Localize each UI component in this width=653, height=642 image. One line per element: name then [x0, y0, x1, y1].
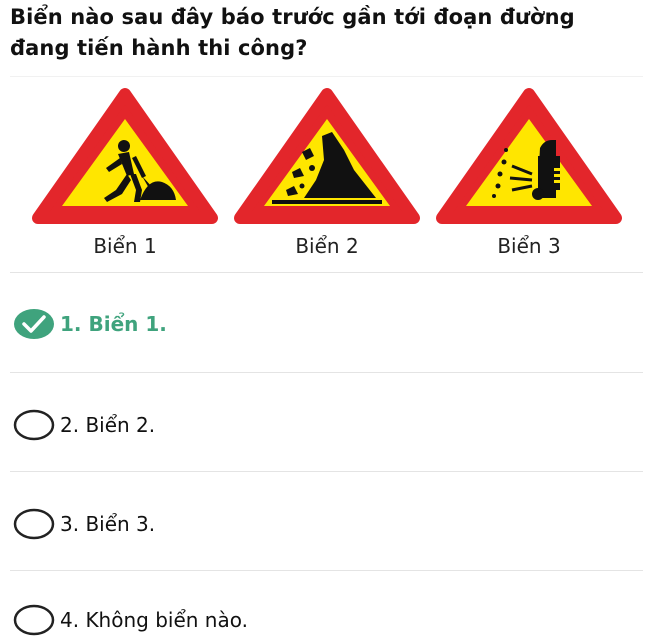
option-divider-1 [10, 372, 643, 373]
falling-rocks-sign-icon [234, 88, 420, 224]
sign-1 [30, 86, 220, 226]
sign-3-caption: Biển 3 [497, 234, 561, 258]
radio-circle-icon[interactable] [12, 507, 56, 541]
answer-option-1-label: 1. Biển 1. [60, 312, 167, 336]
road-works-sign-icon [32, 88, 218, 224]
check-circle-icon[interactable] [12, 307, 56, 341]
sign-2-caption: Biển 2 [295, 234, 359, 258]
loose-gravel-sign-icon [436, 88, 622, 224]
answer-option-2[interactable]: 2. Biển 2. [12, 403, 632, 447]
question-divider [10, 76, 643, 77]
option-divider-2 [10, 471, 643, 472]
answer-option-3-label: 3. Biển 3. [60, 512, 156, 536]
question-text: Biển nào sau đây báo trước gần tới đoạn … [10, 5, 575, 60]
radio-circle-icon[interactable] [12, 408, 56, 442]
answer-option-4[interactable]: 4. Không biển nào. [12, 598, 632, 642]
answer-option-1[interactable]: 1. Biển 1. [12, 302, 632, 346]
answer-option-4-label: 4. Không biển nào. [60, 608, 248, 632]
sign-3 [434, 86, 624, 226]
answer-option-2-label: 2. Biển 2. [60, 413, 156, 437]
answer-option-3[interactable]: 3. Biển 3. [12, 502, 632, 546]
option-divider-3 [10, 570, 643, 571]
signs-divider [10, 272, 643, 273]
sign-2 [232, 86, 422, 226]
sign-1-caption: Biển 1 [93, 234, 157, 258]
radio-circle-icon[interactable] [12, 603, 56, 637]
